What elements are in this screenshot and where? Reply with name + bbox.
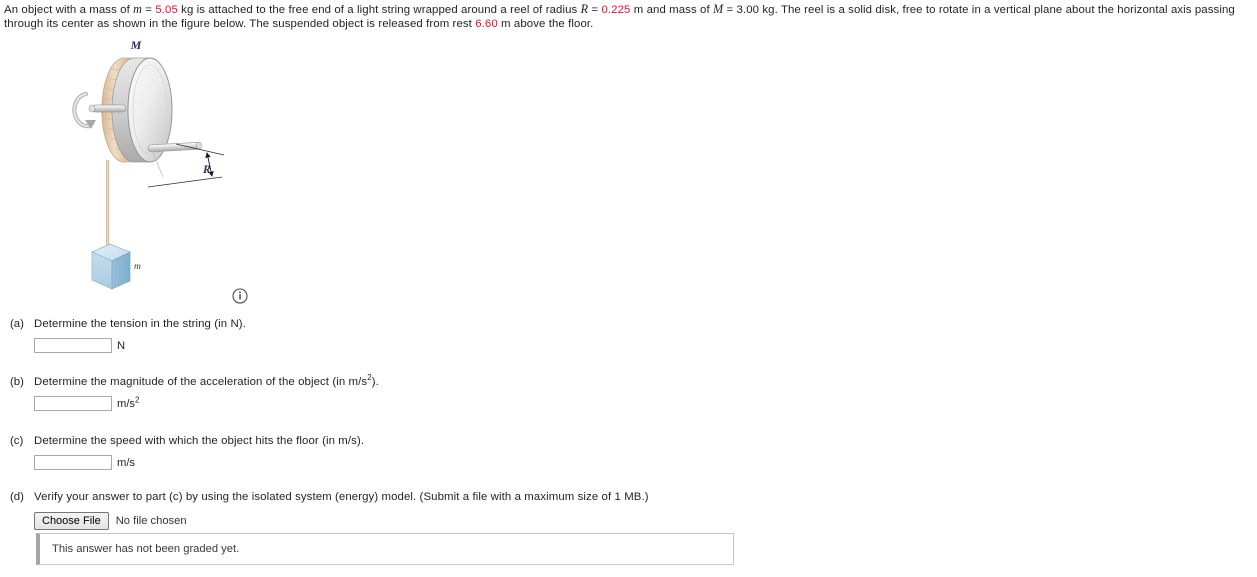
unit-label-c: m/s (117, 456, 136, 469)
choose-file-button[interactable]: Choose File (34, 512, 109, 530)
file-upload-control[interactable]: Choose File No file chosen (34, 512, 1100, 530)
question-part-a: (a) Determine the tension in the string … (0, 317, 1100, 353)
question-part-d: (d) Verify your answer to part (c) by us… (0, 490, 1100, 530)
unit-superscript-b: 2 (135, 394, 140, 404)
suspended-block (91, 243, 131, 290)
grading-status-text: This answer has not been graded yet. (52, 543, 240, 555)
problem-text-segment: m and mass of (630, 4, 713, 16)
part-question-d: Verify your answer to part (c) by using … (34, 491, 649, 503)
dimension-extension-bottom (147, 176, 223, 188)
equals-sign: = (588, 4, 602, 16)
value-height: 6.60 (475, 18, 498, 30)
unit-base-b: m/s (117, 397, 136, 410)
unit-label-a: N (117, 339, 126, 352)
problem-statement: An object with a mass of m = 5.05 kg is … (4, 2, 1252, 31)
figure-label-M: M (130, 38, 142, 52)
answer-input-c[interactable] (34, 455, 112, 470)
symbol-M: M (712, 2, 724, 16)
answer-input-a[interactable] (34, 338, 112, 353)
part-label-d: (d) (10, 491, 24, 503)
axle-right-cap (196, 141, 202, 150)
problem-text-segment: An object with a mass of (4, 4, 134, 16)
equals-sign: = (723, 4, 737, 16)
part-question-a: Determine the tension in the string (in … (34, 318, 246, 330)
grading-status-box: This answer has not been graded yet. (36, 533, 734, 565)
unit-label-b: m/s2 (117, 394, 140, 410)
symbol-R: R (580, 2, 589, 16)
answer-input-b[interactable] (34, 396, 112, 411)
symbol-m: m (133, 2, 143, 16)
part-question-c: Determine the speed with which the objec… (34, 435, 365, 447)
file-status-text: No file chosen (115, 515, 187, 527)
part-question-b-post: ). (371, 376, 379, 388)
part-question-b-pre: Determine the magnitude of the accelerat… (34, 376, 368, 388)
axle-left-cap (88, 104, 96, 113)
problem-text-segment: kg. The reel is a solid disk, free to ro… (759, 4, 1192, 16)
problem-text-segment: m above the floor. (497, 18, 594, 30)
axle-left (91, 104, 127, 113)
figure-label-R: R (202, 164, 211, 176)
question-part-b: (b) Determine the magnitude of the accel… (0, 374, 1100, 411)
question-part-c: (c) Determine the speed with which the o… (0, 434, 1100, 470)
value-radius-R: 0.225 (601, 4, 631, 16)
equals-sign: = (142, 4, 156, 16)
physics-figure: M R m (0, 32, 300, 317)
part-question-b: Determine the magnitude of the accelerat… (34, 374, 379, 390)
value-mass-M: 3.00 (736, 4, 760, 16)
part-label-c: (c) (10, 435, 24, 447)
part-label-b: (b) (10, 376, 24, 388)
value-mass-m: 5.05 (155, 4, 178, 16)
problem-text-segment: kg is attached to the free end of a ligh… (177, 4, 581, 16)
info-icon[interactable] (232, 288, 248, 304)
figure-label-m: m (134, 262, 141, 272)
part-label-a: (a) (10, 318, 24, 330)
